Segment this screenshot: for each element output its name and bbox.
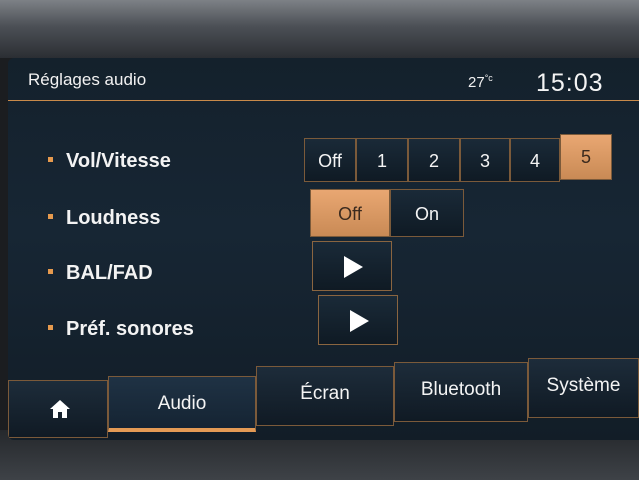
status-bar: Réglages audio 27°c 15:03	[8, 58, 639, 101]
row-vol-vitesse: Vol/Vitesse	[48, 150, 171, 173]
row-loudness: Loudness	[48, 207, 160, 230]
page-title: Réglages audio	[28, 70, 147, 89]
row-bal-fad: BAL/FAD	[48, 262, 153, 285]
vol-vitesse-option-off[interactable]: Off	[304, 138, 356, 182]
tab-systeme-label: Système	[546, 375, 621, 396]
tab-systeme[interactable]: Système	[528, 358, 639, 418]
vol-vitesse-option-4[interactable]: 4	[510, 138, 560, 182]
home-icon	[50, 400, 70, 418]
clock: 15:03	[536, 69, 604, 97]
play-arrow-icon	[344, 256, 363, 278]
vol-vitesse-option-1[interactable]: 1	[356, 138, 408, 182]
bezel-top	[0, 0, 639, 58]
tab-ecran[interactable]: Écran	[256, 366, 394, 426]
row-pref-sonores: Préf. sonores	[48, 318, 194, 341]
bullet-icon	[48, 157, 53, 163]
tab-audio[interactable]: Audio	[108, 376, 256, 432]
vol-vitesse-option-3[interactable]: 3	[460, 138, 510, 182]
temperature-readout: 27°c	[468, 73, 493, 91]
play-arrow-icon	[350, 310, 369, 332]
tab-bluetooth[interactable]: Bluetooth	[394, 362, 528, 422]
pref-sonores-label: Préf. sonores	[66, 318, 194, 340]
tab-ecran-label: Écran	[300, 383, 350, 404]
tab-audio-label: Audio	[157, 393, 207, 414]
bullet-icon	[48, 269, 53, 275]
bal-fad-label: BAL/FAD	[66, 262, 153, 284]
infotainment-screen: Réglages audio 27°c 15:03 Vol/Vitesse Of…	[8, 58, 639, 440]
loudness-label: Loudness	[66, 207, 161, 229]
vol-vitesse-label: Vol/Vitesse	[66, 150, 171, 172]
loudness-option-off[interactable]: Off	[310, 189, 390, 237]
tab-bluetooth-label: Bluetooth	[420, 379, 502, 400]
pref-sonores-open-button[interactable]	[318, 295, 398, 345]
bullet-icon	[48, 325, 53, 331]
loudness-option-on[interactable]: On	[390, 189, 464, 237]
vol-vitesse-option-5[interactable]: 5	[560, 134, 612, 180]
bullet-icon	[48, 214, 53, 220]
temperature-unit: °c	[484, 73, 493, 83]
bal-fad-open-button[interactable]	[312, 241, 392, 291]
home-tab[interactable]	[8, 380, 108, 438]
vol-vitesse-option-2[interactable]: 2	[408, 138, 460, 182]
temperature-value: 27	[468, 74, 485, 91]
